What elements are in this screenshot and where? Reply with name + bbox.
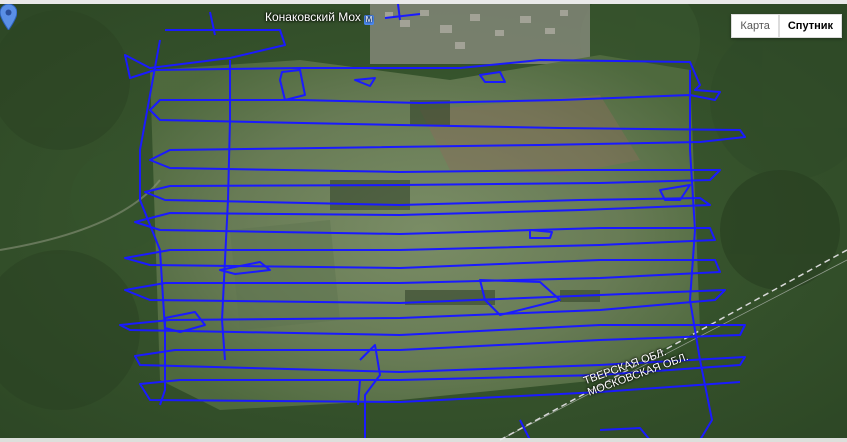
map-type-control: Карта Спутник xyxy=(731,14,842,38)
place-label-text: Конаковский Мох xyxy=(265,10,361,24)
map-footer-bar xyxy=(0,438,847,442)
map-canvas xyxy=(0,4,847,442)
map-type-satellite-button[interactable]: Спутник xyxy=(778,14,842,38)
map-type-map-button[interactable]: Карта xyxy=(731,14,779,38)
place-label: Конаковский Мох M xyxy=(265,10,374,25)
metro-icon: M xyxy=(363,15,374,25)
satellite-map[interactable]: Конаковский Мох M ТВЕРСКАЯ ОБЛ. МОСКОВСКА… xyxy=(0,4,847,442)
map-pin-icon[interactable] xyxy=(0,4,17,30)
